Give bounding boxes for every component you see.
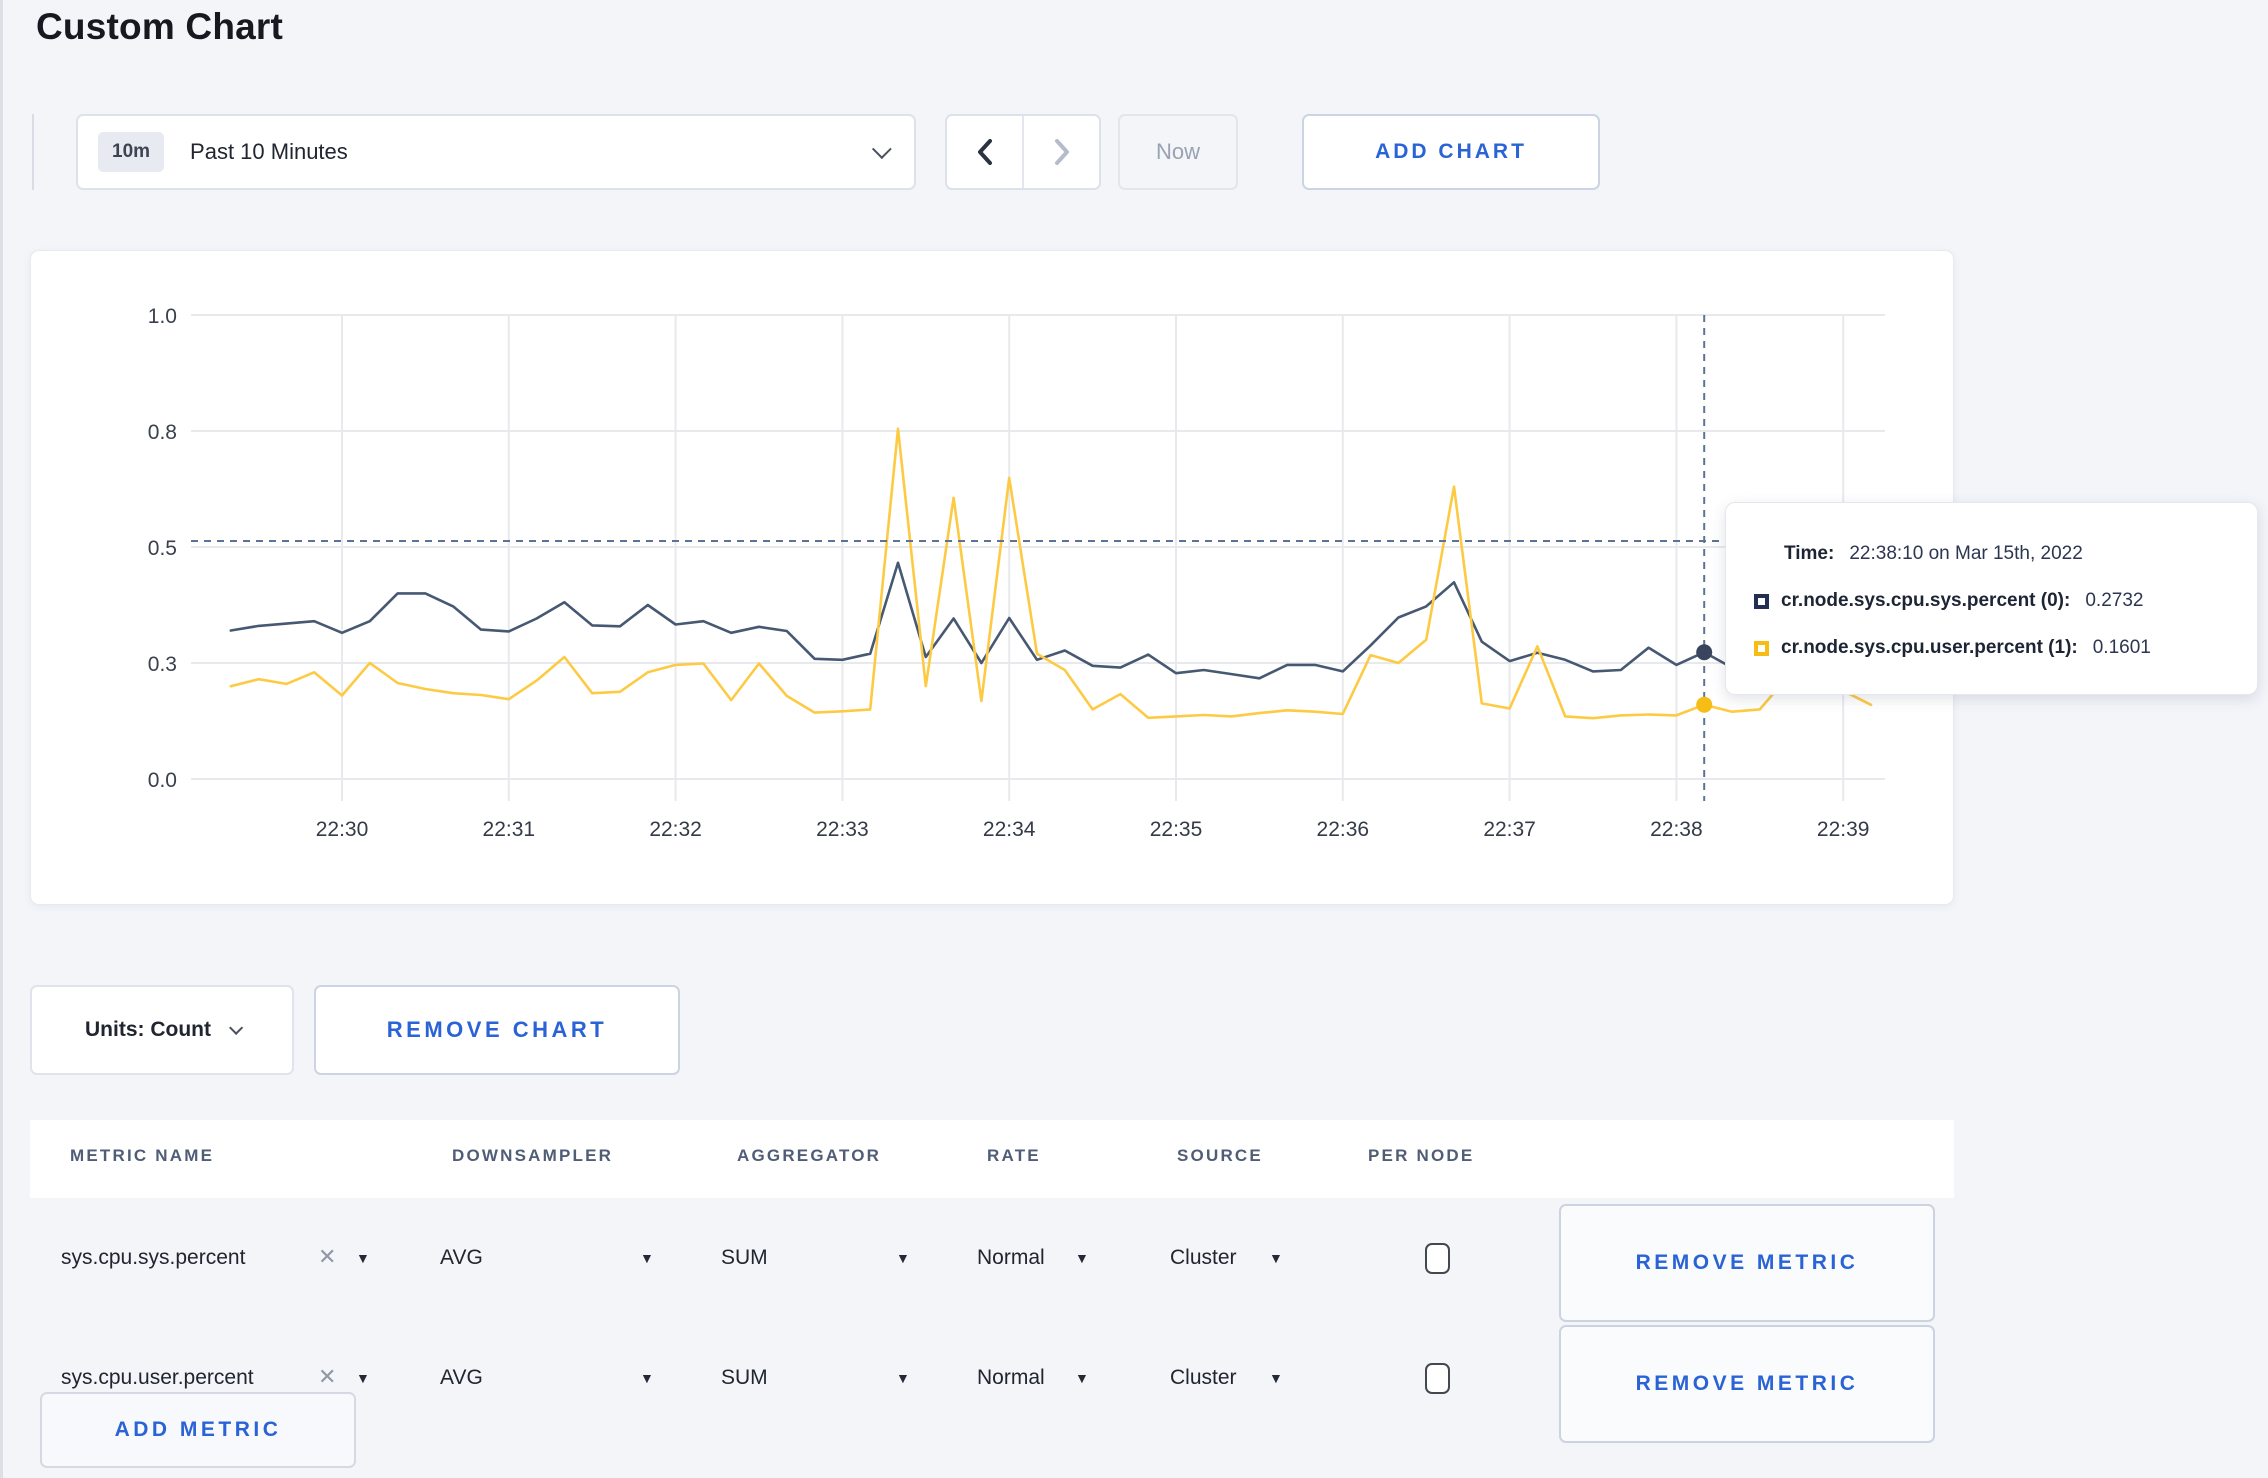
per-node-checkbox[interactable] xyxy=(1425,1363,1450,1394)
svg-text:22:36: 22:36 xyxy=(1317,818,1370,841)
chevron-down-icon[interactable]: ▼ xyxy=(640,1370,654,1386)
tooltip-user-label: cr.node.sys.cpu.user.percent (1): xyxy=(1781,637,2078,658)
add-metric-button[interactable]: ADD METRIC xyxy=(40,1392,356,1468)
page-left-edge xyxy=(0,0,3,1478)
custom-chart-page: Custom Chart 10m Past 10 Minutes Now ADD… xyxy=(0,0,2268,1478)
tooltip-user-value: 0.1601 xyxy=(2092,637,2151,658)
chevron-down-icon xyxy=(871,139,892,160)
chevron-down-icon xyxy=(229,1020,244,1035)
col-per-node: PER NODE xyxy=(1368,1146,1475,1165)
tooltip-sys-label: cr.node.sys.cpu.sys.percent (0): xyxy=(1781,590,2071,611)
chevron-down-icon[interactable]: ▼ xyxy=(1075,1370,1089,1386)
svg-text:22:35: 22:35 xyxy=(1150,818,1203,841)
svg-text:1.0: 1.0 xyxy=(148,305,177,328)
tooltip-sys-value: 0.2732 xyxy=(2085,590,2144,611)
tooltip-series-row: cr.node.sys.cpu.sys.percent (0): 0.2732 xyxy=(1754,584,2237,618)
remove-metric-x-icon[interactable]: ✕ xyxy=(318,1244,336,1270)
chevron-down-icon[interactable]: ▼ xyxy=(1075,1250,1089,1266)
chevron-down-icon[interactable]: ▼ xyxy=(356,1370,370,1386)
svg-text:0.3: 0.3 xyxy=(148,653,177,676)
toolbar-divider xyxy=(32,114,34,190)
remove-metric-x-icon[interactable]: ✕ xyxy=(318,1364,336,1390)
svg-text:22:32: 22:32 xyxy=(649,818,702,841)
col-source: SOURCE xyxy=(1177,1146,1263,1165)
chart-card: 0.0 0.3 0.5 0.8 1.0 22:30 22:31 22:32 22:33 22:34… xyxy=(30,250,1954,905)
col-downsampler: DOWNSAMPLER xyxy=(452,1146,614,1165)
chevron-left-icon xyxy=(977,139,992,165)
time-forward-button[interactable] xyxy=(1024,116,1099,188)
aggregator-select[interactable]: SUM xyxy=(721,1366,768,1390)
time-range-label: Past 10 Minutes xyxy=(190,139,348,164)
tooltip-series-row: cr.node.sys.cpu.user.percent (1): 0.1601 xyxy=(1754,631,2237,665)
time-back-button[interactable] xyxy=(947,116,1024,188)
time-range-badge: 10m xyxy=(98,132,165,172)
rate-select[interactable]: Normal xyxy=(977,1246,1045,1270)
svg-text:22:30: 22:30 xyxy=(316,818,369,841)
svg-text:0.0: 0.0 xyxy=(148,769,177,792)
aggregator-select[interactable]: SUM xyxy=(721,1246,768,1270)
user-series-swatch-icon xyxy=(1754,640,1769,656)
svg-text:22:33: 22:33 xyxy=(816,818,869,841)
metrics-line-chart[interactable]: 0.0 0.3 0.5 0.8 1.0 22:30 22:31 22:32 22:33 22:34… xyxy=(31,251,1953,904)
downsampler-select[interactable]: AVG xyxy=(440,1366,483,1390)
per-node-checkbox[interactable] xyxy=(1425,1243,1450,1274)
svg-text:22:31: 22:31 xyxy=(483,818,536,841)
svg-text:22:38: 22:38 xyxy=(1650,818,1703,841)
downsampler-select[interactable]: AVG xyxy=(440,1246,483,1270)
metrics-table-header: METRIC NAME DOWNSAMPLER AGGREGATOR RATE … xyxy=(30,1120,1954,1198)
tooltip-time-row: Time: 22:38:10 on Mar 15th, 2022 xyxy=(1754,537,2237,571)
rate-select[interactable]: Normal xyxy=(977,1366,1045,1390)
svg-text:22:37: 22:37 xyxy=(1483,818,1536,841)
units-label: Units: Count xyxy=(85,1018,211,1041)
tooltip-time-value: 22:38:10 on Mar 15th, 2022 xyxy=(1849,543,2083,564)
col-rate: RATE xyxy=(987,1146,1041,1165)
chevron-down-icon[interactable]: ▼ xyxy=(1269,1370,1283,1386)
source-select[interactable]: Cluster xyxy=(1170,1246,1237,1270)
page-title: Custom Chart xyxy=(36,6,284,47)
chevron-down-icon[interactable]: ▼ xyxy=(1269,1250,1283,1266)
col-aggregator: AGGREGATOR xyxy=(737,1146,882,1165)
chevron-down-icon[interactable]: ▼ xyxy=(356,1250,370,1266)
chart-tooltip: Time: 22:38:10 on Mar 15th, 2022 cr.node… xyxy=(1725,502,2258,695)
chevron-down-icon[interactable]: ▼ xyxy=(896,1250,910,1266)
chevron-down-icon[interactable]: ▼ xyxy=(640,1250,654,1266)
source-select[interactable]: Cluster xyxy=(1170,1366,1237,1390)
svg-text:22:34: 22:34 xyxy=(983,818,1036,841)
svg-text:0.8: 0.8 xyxy=(148,421,177,444)
remove-metric-button[interactable]: REMOVE METRIC xyxy=(1559,1204,1935,1322)
metric-row: sys.cpu.sys.percent ✕ ▼ AVG ▼ SUM ▼ Norm… xyxy=(30,1198,1954,1322)
time-range-select[interactable]: 10m Past 10 Minutes xyxy=(76,114,916,190)
svg-text:0.5: 0.5 xyxy=(148,537,177,560)
metric-name-select[interactable]: sys.cpu.user.percent xyxy=(61,1366,254,1390)
chevron-right-icon xyxy=(1054,139,1069,165)
svg-text:22:39: 22:39 xyxy=(1817,818,1870,841)
chevron-down-icon[interactable]: ▼ xyxy=(896,1370,910,1386)
col-metric-name: METRIC NAME xyxy=(70,1146,215,1165)
remove-metric-button[interactable]: REMOVE METRIC xyxy=(1559,1325,1935,1443)
tooltip-time-label: Time: xyxy=(1784,543,1835,564)
units-select[interactable]: Units: Count xyxy=(30,985,294,1075)
add-chart-button[interactable]: ADD CHART xyxy=(1302,114,1600,190)
now-button[interactable]: Now xyxy=(1118,114,1238,190)
remove-chart-button[interactable]: REMOVE CHART xyxy=(314,985,680,1075)
metric-name-select[interactable]: sys.cpu.sys.percent xyxy=(61,1246,245,1270)
sys-series-swatch-icon xyxy=(1754,593,1769,609)
time-nav-group xyxy=(945,114,1101,190)
